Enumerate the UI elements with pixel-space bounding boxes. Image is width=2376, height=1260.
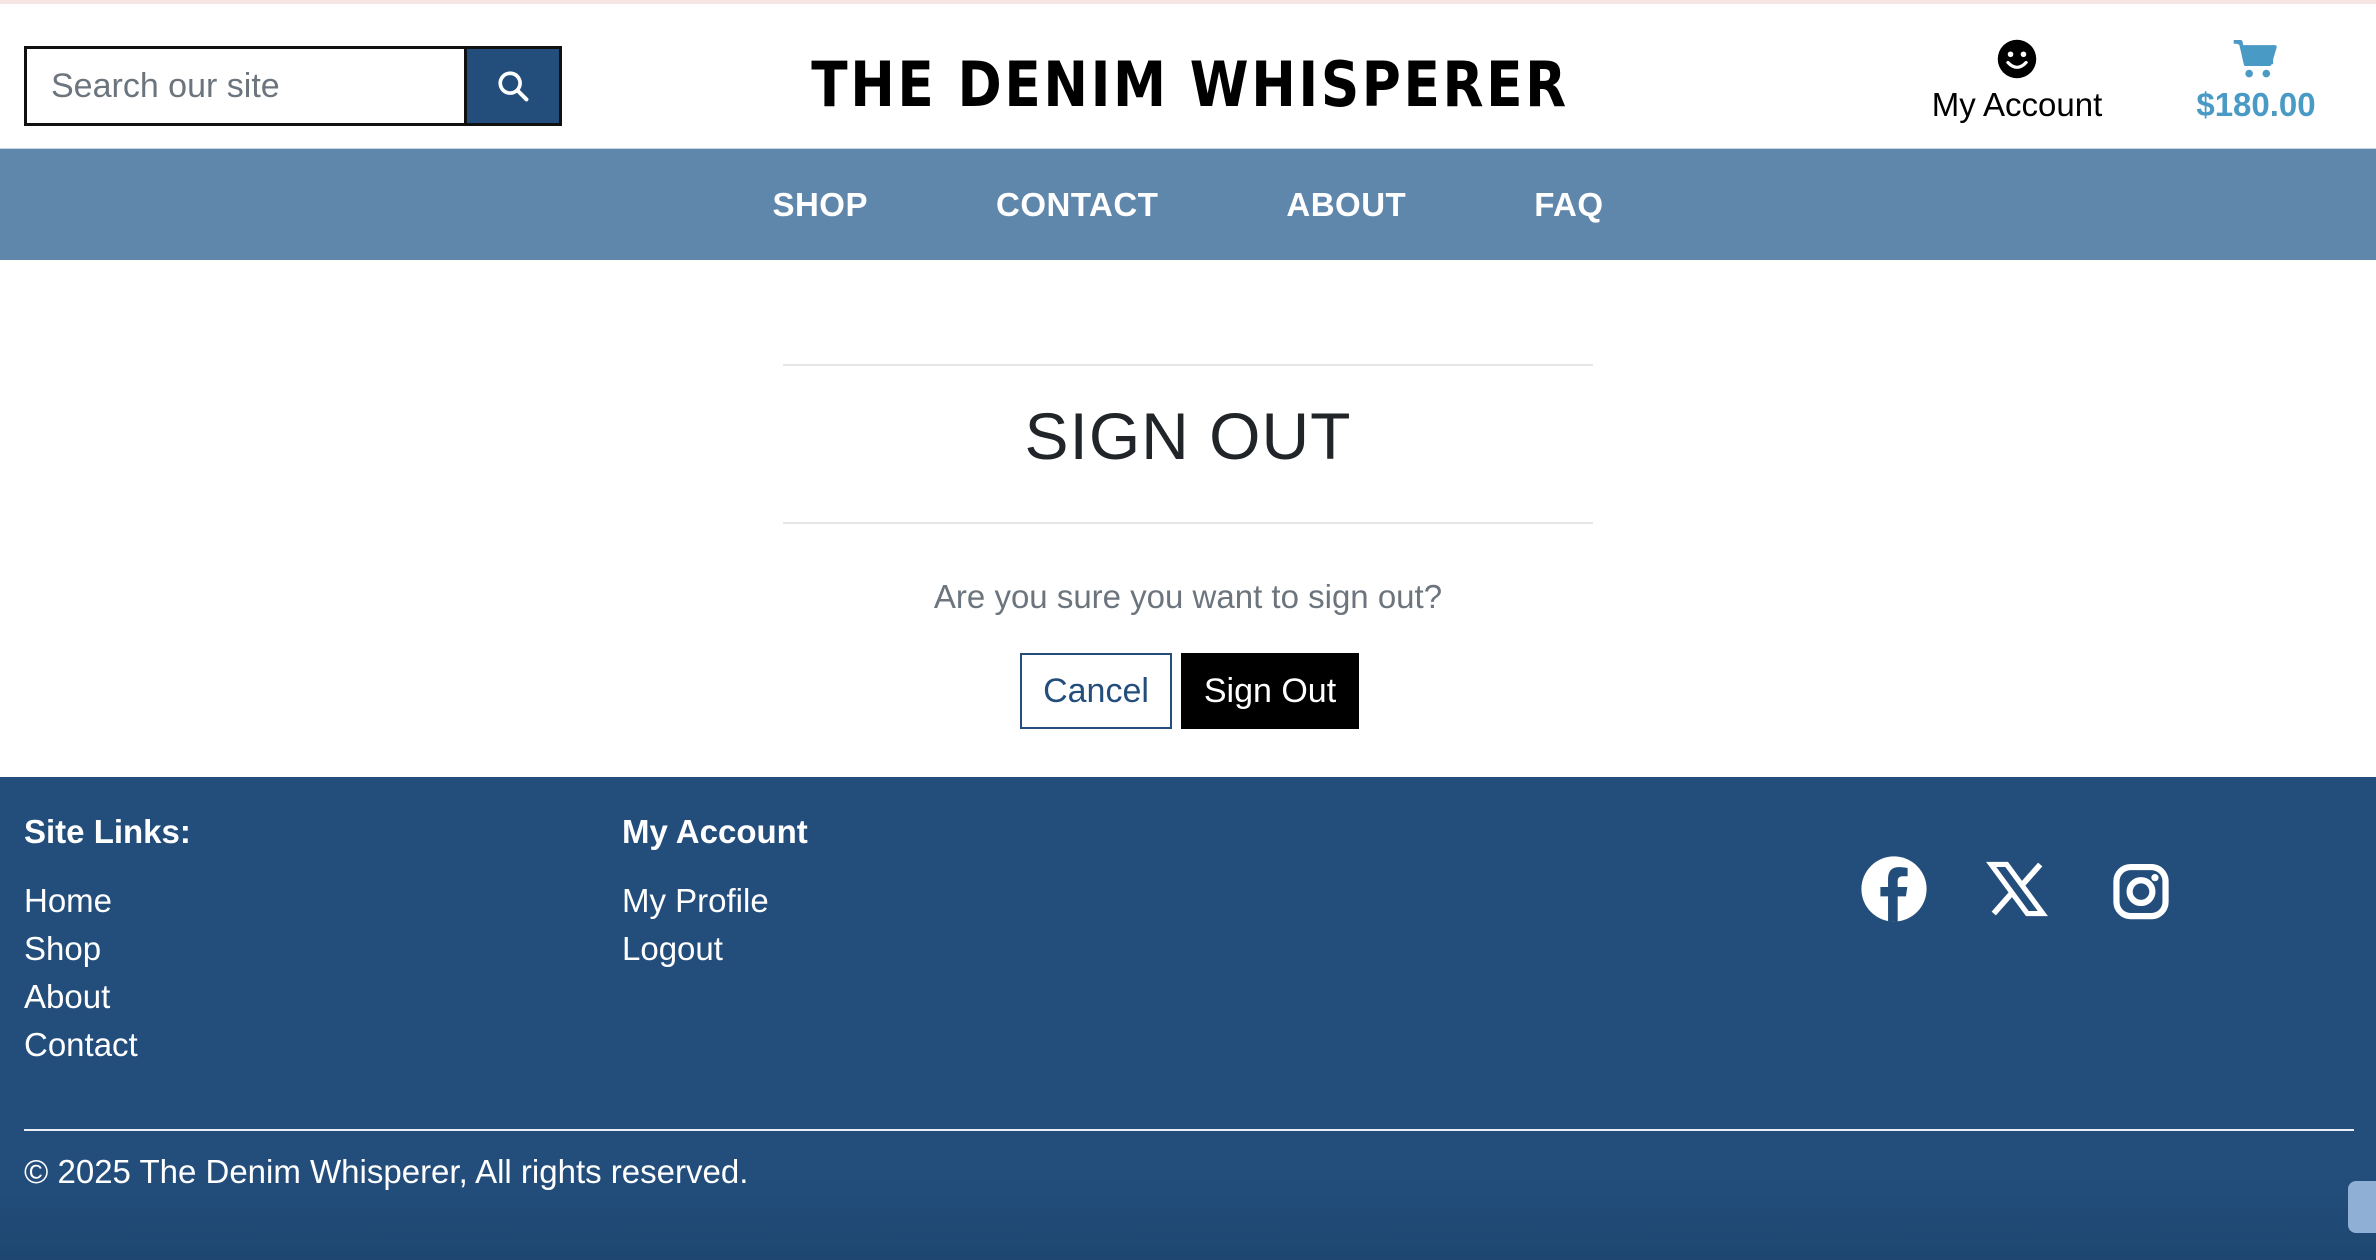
- facebook-icon: [1861, 856, 1927, 922]
- shopping-cart-icon: [2233, 39, 2277, 78]
- signout-actions: Cancel Sign Out: [1020, 653, 1360, 729]
- cart-total: $180.00: [2196, 86, 2316, 123]
- scroll-to-top-tab[interactable]: [2348, 1181, 2376, 1233]
- signout-section: SIGN OUT Are you sure you want to sign o…: [0, 260, 2376, 777]
- search-input[interactable]: [24, 46, 464, 126]
- main-nav: SHOP CONTACT ABOUT FAQ: [0, 148, 2376, 260]
- copyright-text: © 2025 The Denim Whisperer, All rights r…: [24, 1153, 749, 1190]
- signout-question: Are you sure you want to sign out?: [933, 578, 1443, 615]
- footer-link-about[interactable]: About: [24, 978, 110, 1015]
- cart-link[interactable]: $180.00: [2180, 38, 2332, 134]
- page-title: SIGN OUT: [1024, 399, 1352, 473]
- top-divider: [783, 364, 1593, 366]
- footer-link-contact[interactable]: Contact: [24, 1026, 138, 1063]
- instagram-icon: [2113, 863, 2169, 920]
- footer-link-logout[interactable]: Logout: [622, 930, 723, 967]
- footer-site-links-heading: Site Links:: [24, 813, 191, 850]
- nav-item-contact[interactable]: CONTACT: [932, 186, 1222, 224]
- footer-divider: [24, 1129, 2354, 1131]
- nav-item-shop[interactable]: SHOP: [708, 186, 932, 224]
- facebook-link[interactable]: [1860, 855, 1928, 923]
- bottom-divider: [783, 522, 1593, 524]
- nav-item-about[interactable]: ABOUT: [1222, 186, 1470, 224]
- sign-out-button[interactable]: Sign Out: [1181, 653, 1359, 729]
- site-footer: Site Links: Home Shop About Contact My A…: [0, 777, 2376, 1260]
- search-icon: [498, 71, 529, 102]
- x-link[interactable]: [1986, 855, 2048, 923]
- footer-link-home[interactable]: Home: [24, 882, 112, 919]
- search-form: [24, 46, 562, 126]
- x-icon: [1986, 861, 2048, 917]
- smiley-icon: [1997, 39, 2037, 79]
- footer-site-links: Site Links: Home Shop About Contact: [24, 813, 191, 1069]
- footer-account-links: My Account My Profile Logout: [622, 813, 808, 973]
- nav-item-faq[interactable]: FAQ: [1470, 186, 1667, 224]
- site-header: THE DENIM WHISPERER My Account $180.00: [0, 4, 2376, 148]
- footer-link-my-profile[interactable]: My Profile: [622, 882, 769, 919]
- search-button[interactable]: [464, 46, 562, 126]
- my-account-link[interactable]: My Account: [1920, 38, 2114, 134]
- instagram-link[interactable]: [2110, 855, 2172, 923]
- cancel-button[interactable]: Cancel: [1020, 653, 1172, 729]
- footer-account-heading: My Account: [622, 813, 808, 850]
- my-account-label: My Account: [1931, 86, 2103, 123]
- site-logo[interactable]: THE DENIM WHISPERER: [811, 44, 1566, 124]
- social-links: [1860, 855, 2190, 923]
- footer-link-shop[interactable]: Shop: [24, 930, 101, 967]
